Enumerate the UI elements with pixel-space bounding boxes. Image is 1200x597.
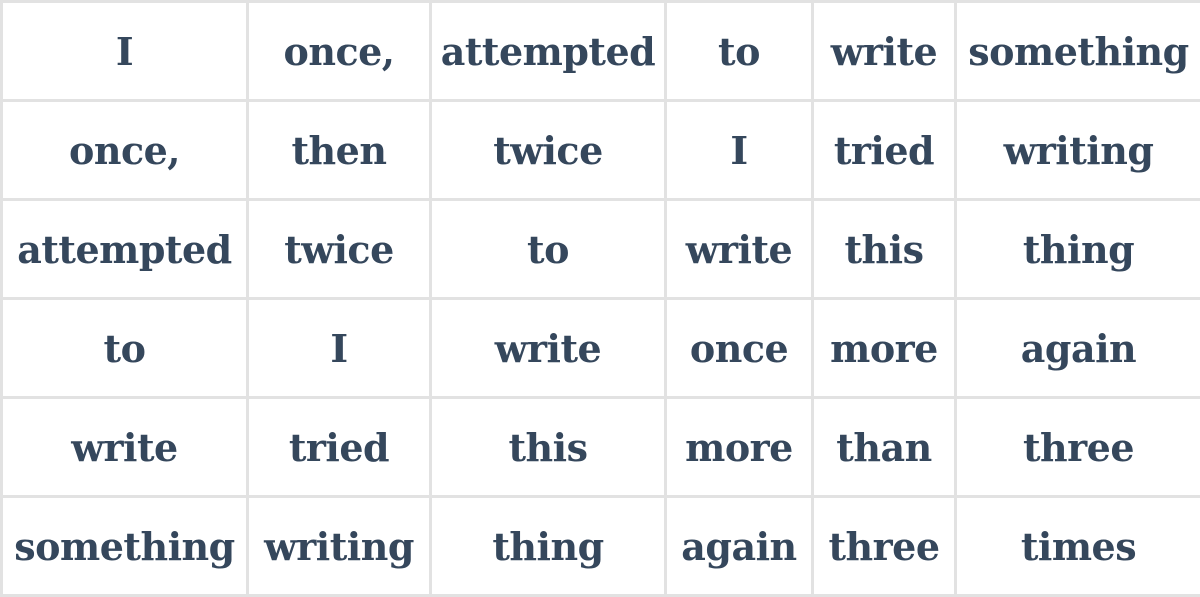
grid-row: something writing thing again three time…	[2, 497, 1200, 596]
grid-cell: write	[2, 398, 248, 497]
grid-row: write tried this more than three	[2, 398, 1200, 497]
grid-cell: once,	[248, 2, 431, 101]
grid-cell: tried	[813, 101, 956, 200]
grid-cell: writing	[956, 101, 1200, 200]
grid-cell: three	[813, 497, 956, 596]
grid-cell: attempted	[2, 200, 248, 299]
word-grid: I once, attempted to write something onc…	[0, 0, 1200, 597]
grid-row: attempted twice to write this thing	[2, 200, 1200, 299]
grid-cell: something	[2, 497, 248, 596]
grid-cell: again	[666, 497, 813, 596]
grid-cell: twice	[431, 101, 666, 200]
grid-cell: to	[2, 299, 248, 398]
grid-cell: twice	[248, 200, 431, 299]
grid-cell: this	[431, 398, 666, 497]
grid-cell: than	[813, 398, 956, 497]
grid-cell: thing	[956, 200, 1200, 299]
grid-cell: writing	[248, 497, 431, 596]
grid-cell: tried	[248, 398, 431, 497]
grid-cell: to	[666, 2, 813, 101]
grid-cell: I	[666, 101, 813, 200]
grid-row: once, then twice I tried writing	[2, 101, 1200, 200]
grid-cell: three	[956, 398, 1200, 497]
grid-cell: then	[248, 101, 431, 200]
grid-cell: thing	[431, 497, 666, 596]
grid-cell: write	[431, 299, 666, 398]
grid-cell: more	[666, 398, 813, 497]
grid-cell: to	[431, 200, 666, 299]
grid-cell: times	[956, 497, 1200, 596]
grid-cell: I	[248, 299, 431, 398]
grid-cell: I	[2, 2, 248, 101]
grid-cell: this	[813, 200, 956, 299]
grid-cell: once,	[2, 101, 248, 200]
grid-cell: write	[666, 200, 813, 299]
grid-cell: something	[956, 2, 1200, 101]
grid-cell: write	[813, 2, 956, 101]
grid-cell: once	[666, 299, 813, 398]
grid-row: to I write once more again	[2, 299, 1200, 398]
grid-cell: again	[956, 299, 1200, 398]
grid-cell: attempted	[431, 2, 666, 101]
grid-row: I once, attempted to write something	[2, 2, 1200, 101]
grid-cell: more	[813, 299, 956, 398]
